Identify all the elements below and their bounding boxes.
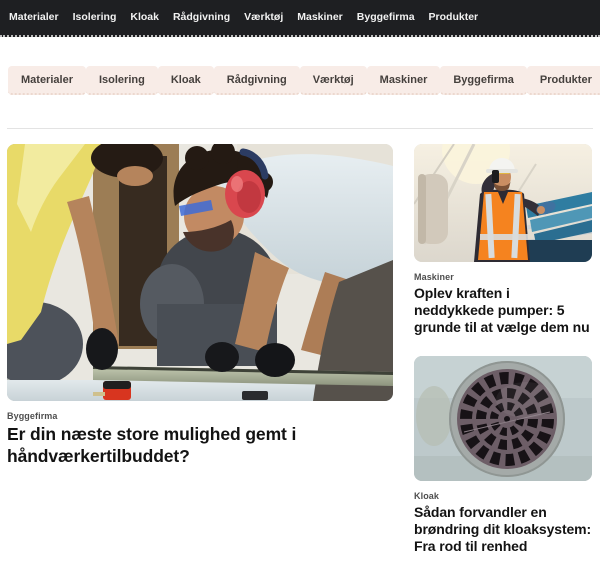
side-article-2-image[interactable] xyxy=(414,356,592,482)
side-article-kloak: Kloak Sådan forvandler en brøndring dit … xyxy=(414,356,592,555)
nav-item-radgivning[interactable]: Rådgivning xyxy=(166,0,237,35)
chip-isolering[interactable]: Isolering xyxy=(85,66,158,95)
primary-nav-list: Materialer Isolering Kloak Rådgivning Væ… xyxy=(0,0,485,35)
worker-on-phone-photo-illustration xyxy=(414,144,592,262)
chip-radgivning[interactable]: Rådgivning xyxy=(213,66,300,95)
category-chip-bar: Materialer Isolering Kloak Rådgivning Væ… xyxy=(0,66,600,95)
main-content: Byggefirma Er din næste store mulighed g… xyxy=(0,144,600,555)
nav-item-vaerktoj[interactable]: Værktøj xyxy=(237,0,290,35)
nav-item-produkter[interactable]: Produkter xyxy=(422,0,486,35)
chip-produkter[interactable]: Produkter xyxy=(526,66,600,95)
chip-byggefirma[interactable]: Byggefirma xyxy=(440,66,527,95)
nav-item-byggefirma[interactable]: Byggefirma xyxy=(350,0,422,35)
hero-article-title[interactable]: Er din næste store mulighed gemt i håndv… xyxy=(7,424,337,467)
side-article-1-image[interactable] xyxy=(414,144,592,262)
hero-article-category[interactable]: Byggefirma xyxy=(7,411,393,421)
nav-item-kloak[interactable]: Kloak xyxy=(123,0,166,35)
side-article-2-title[interactable]: Sådan forvandler en brøndring dit kloaks… xyxy=(414,504,592,555)
nav-item-materialer[interactable]: Materialer xyxy=(2,0,66,35)
side-article-2-category[interactable]: Kloak xyxy=(414,491,592,501)
side-article-1-title[interactable]: Oplev kraften i neddykkede pumper: 5 gru… xyxy=(414,285,592,336)
chip-materialer[interactable]: Materialer xyxy=(8,66,86,95)
right-rail: Maskiner Oplev kraften i neddykkede pump… xyxy=(414,144,592,555)
chip-maskiner[interactable]: Maskiner xyxy=(366,66,441,95)
side-article-1-category[interactable]: Maskiner xyxy=(414,272,592,282)
chip-kloak[interactable]: Kloak xyxy=(157,66,214,95)
section-divider xyxy=(7,128,593,129)
top-navigation-bar: Materialer Isolering Kloak Rådgivning Væ… xyxy=(0,0,600,37)
side-article-maskiner: Maskiner Oplev kraften i neddykkede pump… xyxy=(414,144,592,336)
sewer-drain-grate-photo-illustration xyxy=(414,356,592,482)
nav-item-maskiner[interactable]: Maskiner xyxy=(290,0,350,35)
workers-measuring-photo-illustration xyxy=(7,144,393,401)
hero-article-image[interactable] xyxy=(7,144,393,401)
chip-vaerktoj[interactable]: Værktøj xyxy=(299,66,367,95)
primary-nav: Materialer Isolering Kloak Rådgivning Væ… xyxy=(0,0,485,35)
nav-item-isolering[interactable]: Isolering xyxy=(66,0,124,35)
hero-article: Byggefirma Er din næste store mulighed g… xyxy=(7,144,393,555)
